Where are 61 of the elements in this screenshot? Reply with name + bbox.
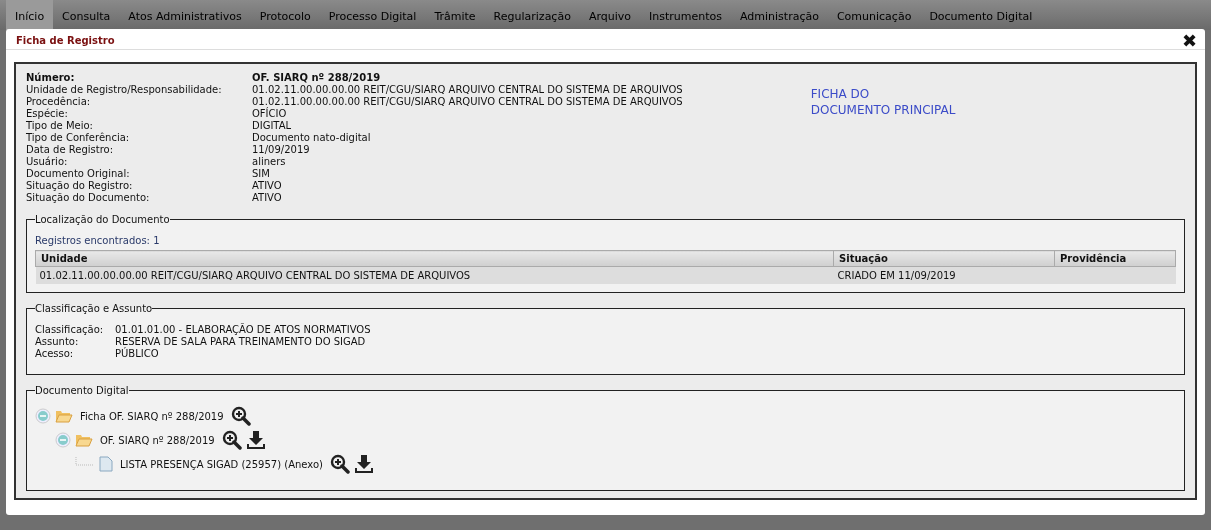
fieldset-legend: Documento Digital	[35, 385, 129, 396]
field-value: DIGITAL	[252, 120, 293, 132]
tree-item[interactable]: LISTA PRESENÇA SIGAD (25957) (Anexo)	[120, 458, 323, 470]
column-header: Situação	[833, 250, 1055, 267]
menu-item[interactable]: Atos Administrativos	[119, 0, 251, 30]
field-label: Usuário:	[26, 156, 69, 168]
menu-item[interactable]: Comunicação	[827, 0, 921, 30]
menu-item[interactable]: Trâmite	[425, 0, 485, 30]
field-label: Situação do Documento:	[26, 192, 151, 204]
field-label: Tipo de Meio:	[26, 120, 94, 132]
dialog-title: Ficha de Registro	[16, 34, 115, 46]
download-icon[interactable]	[353, 454, 374, 474]
field-label: Classificação:	[35, 324, 105, 336]
menu-item[interactable]: Documento Digital	[920, 0, 1042, 30]
field-label: Situação do Registro:	[26, 180, 134, 192]
field-value: RESERVA DE SALA PARA TREINAMENTO DO SIGAD	[115, 336, 367, 347]
download-icon[interactable]	[245, 430, 266, 450]
column-header: Unidade	[35, 250, 834, 267]
menu-item[interactable]: Regularização	[484, 0, 580, 30]
field-label: Unidade de Registro/Responsabilidade:	[26, 84, 223, 96]
close-button[interactable]: ✖	[1181, 29, 1197, 51]
field-value: PÚBLICO	[115, 348, 160, 360]
records-count: Registros encontrados: 1	[35, 235, 161, 246]
field-label: Procedência:	[26, 96, 92, 108]
menu-item[interactable]: Arquivo	[579, 0, 640, 30]
zoom-in-icon[interactable]	[230, 406, 251, 426]
field-value: aliners	[252, 156, 287, 168]
field-label: Documento Original:	[26, 168, 131, 180]
field-value: ATIVO	[252, 180, 283, 192]
field-label: Tipo de Conferência:	[26, 132, 131, 144]
menu-item[interactable]: Administração	[731, 0, 828, 30]
field-value: SIM	[252, 168, 271, 180]
menu-item[interactable]: Protocolo	[250, 0, 320, 30]
field-value: ATIVO	[252, 192, 283, 204]
menu-item[interactable]: Processo Digital	[319, 0, 426, 30]
tree-item[interactable]: Ficha OF. SIARQ nº 288/2019	[80, 410, 224, 422]
field-value: OFÍCIO	[252, 108, 288, 120]
field-value: OF. SIARQ nº 288/2019	[252, 72, 382, 84]
field-value: 01.02.11.00.00.00.00 REIT/CGU/SIARQ ARQUIVO CENTRAL DO SISTEMA DE ARQUIVOS	[252, 84, 683, 96]
field-label: Data de Registro:	[26, 144, 115, 156]
field-label: Acesso:	[35, 348, 75, 360]
fieldset-legend: Localização do Documento	[35, 214, 170, 225]
table-cell: CRIADO EM 11/09/2019	[837, 270, 956, 281]
field-value: 01.01.01.00 - ELABORAÇÃO DE ATOS NORMATIVOS	[115, 324, 372, 336]
field-value: Documento nato-digital	[252, 132, 372, 144]
field-value: 01.02.11.00.00.00.00 REIT/CGU/SIARQ ARQUIVO CENTRAL DO SISTEMA DE ARQUIVOS	[252, 96, 683, 107]
field-label: Assunto:	[35, 336, 80, 348]
document-heading: DOCUMENTO PRINCIPAL	[810, 102, 956, 118]
zoom-in-icon[interactable]	[221, 430, 242, 450]
tree-item[interactable]: OF. SIARQ nº 288/2019	[100, 434, 215, 446]
table-cell: 01.02.11.00.00.00.00 REIT/CGU/SIARQ ARQUIVO CENTRAL DO SISTEMA DE ARQUIVOS	[39, 270, 471, 281]
menu-item[interactable]: Início	[6, 0, 54, 30]
fieldset-legend: Classificação e Assunto	[35, 303, 153, 314]
menu-item[interactable]: Instrumentos	[640, 0, 731, 30]
menu-item[interactable]: Consulta	[53, 0, 120, 30]
document-heading: FICHA DO	[810, 86, 871, 102]
zoom-in-icon[interactable]	[329, 454, 350, 474]
field-value: 11/09/2019	[252, 144, 311, 156]
field-label: Espécie:	[26, 108, 69, 120]
field-label: Número:	[26, 72, 76, 84]
column-header: Providência	[1054, 250, 1176, 267]
